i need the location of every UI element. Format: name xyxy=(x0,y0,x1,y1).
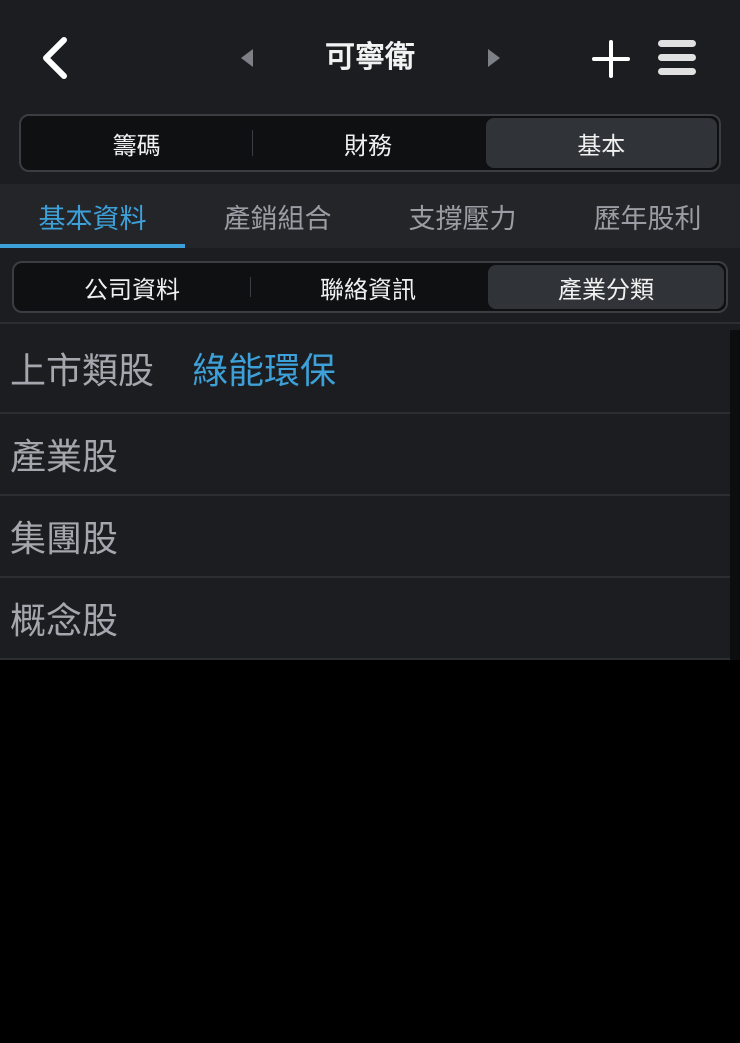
triangle-left-icon xyxy=(241,49,253,67)
tab-financial[interactable]: 財務 xyxy=(252,116,483,170)
sub-tab-bar: 基本資料 產銷組合 支撐壓力 歷年股利 xyxy=(0,184,740,248)
add-button[interactable] xyxy=(590,38,632,80)
list-item: 上市類股 綠能環保 xyxy=(0,322,740,414)
menu-button[interactable] xyxy=(656,38,698,78)
tab-industry-category[interactable]: 產業分類 xyxy=(488,265,724,309)
list-item: 產業股 xyxy=(0,414,740,496)
row-label: 集團股 xyxy=(10,519,119,560)
previous-stock-button[interactable] xyxy=(237,47,257,69)
top-bar: 可寧衛 xyxy=(0,0,740,100)
hamburger-menu-icon xyxy=(658,40,696,75)
tab-contact-info[interactable]: 聯絡資訊 xyxy=(250,263,486,311)
scrollbar-track xyxy=(730,330,740,660)
next-stock-button[interactable] xyxy=(484,47,504,69)
tab-company-info[interactable]: 公司資料 xyxy=(14,263,250,311)
row-label: 上市類股 xyxy=(10,351,155,392)
chevron-left-icon xyxy=(43,37,67,79)
list-item: 概念股 xyxy=(0,578,740,660)
listed-category-link[interactable]: 綠能環保 xyxy=(192,342,336,394)
industry-category-list: 上市類股 綠能環保 產業股 集團股 概念股 xyxy=(0,322,740,660)
info-segmented-control: 公司資料 聯絡資訊 產業分類 xyxy=(12,261,728,313)
tab-chips[interactable]: 籌碼 xyxy=(21,116,252,170)
tab-basic-info[interactable]: 基本資料 xyxy=(0,184,185,248)
main-segmented-control: 籌碼 財務 基本 xyxy=(19,114,721,172)
back-button[interactable] xyxy=(36,36,76,80)
tab-product-mix[interactable]: 產銷組合 xyxy=(185,184,370,248)
row-label: 概念股 xyxy=(10,601,119,642)
page-title: 可寧衛 xyxy=(325,40,415,75)
tab-dividend-history[interactable]: 歷年股利 xyxy=(555,184,740,248)
list-item: 集團股 xyxy=(0,496,740,578)
tab-support-resistance[interactable]: 支撐壓力 xyxy=(370,184,555,248)
row-label: 產業股 xyxy=(10,437,119,478)
tab-basic[interactable]: 基本 xyxy=(485,118,717,168)
triangle-right-icon xyxy=(488,49,500,67)
plus-icon xyxy=(592,40,630,78)
